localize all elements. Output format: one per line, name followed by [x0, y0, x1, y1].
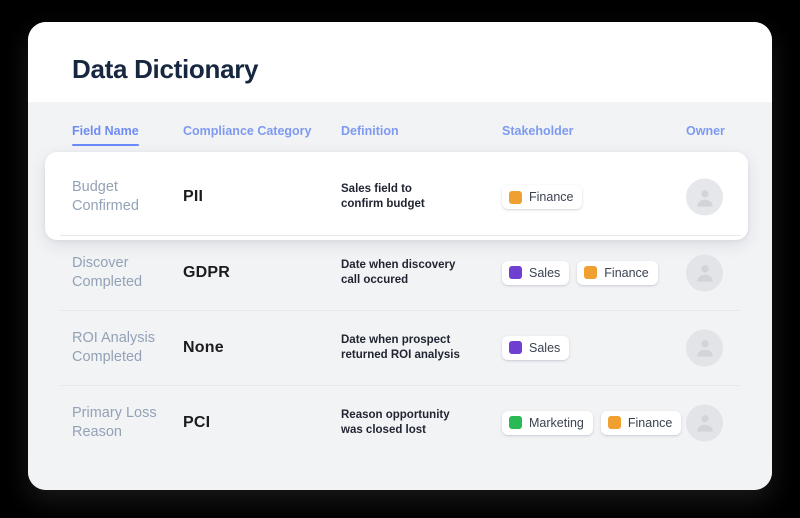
- column-header-label: Stakeholder: [502, 124, 574, 138]
- table-column-headers: Field Name Compliance Category Definition S…: [28, 102, 772, 159]
- stakeholder-color-swatch-icon: [509, 341, 522, 354]
- cell-compliance-category: None: [183, 338, 224, 356]
- data-table: Field Name Compliance Category Definition S…: [28, 102, 772, 490]
- cell-definition: Date when discovery call occured: [341, 258, 456, 286]
- avatar[interactable]: [686, 404, 723, 441]
- column-header-label: Definition: [341, 124, 399, 138]
- cell-stakeholders: Sales Finance: [502, 260, 658, 285]
- avatar[interactable]: [686, 329, 723, 366]
- column-header-definition[interactable]: Definition: [341, 124, 399, 138]
- row-separator: [60, 385, 740, 386]
- table-row[interactable]: Discover Completed GDPR Date when discover…: [28, 235, 772, 310]
- cell-definition: Sales field to confirm budget: [341, 183, 425, 210]
- data-dictionary-card: Data Dictionary Field Name Compliance Cat…: [28, 22, 772, 490]
- stakeholder-tag-label: Finance: [529, 190, 574, 204]
- stakeholder-tag-label: Finance: [604, 265, 649, 280]
- active-column-underline: [72, 143, 139, 146]
- column-header-stakeholder[interactable]: Stakeholder: [502, 124, 574, 138]
- cell-owner: [686, 178, 723, 216]
- row-separator: [60, 235, 740, 236]
- row-separator: [60, 310, 740, 311]
- column-header-owner[interactable]: Owner: [686, 124, 725, 138]
- stakeholder-color-swatch-icon: [509, 190, 522, 204]
- stakeholder-tag-label: Marketing: [529, 415, 584, 430]
- stakeholder-tag[interactable]: Sales: [502, 260, 570, 285]
- stakeholder-tag-label: Finance: [627, 415, 673, 430]
- table-row[interactable]: Primary Loss Reason PCI Reason opportunity…: [28, 385, 772, 460]
- table-body: Budget Confirmed PII Sales field to confir…: [28, 152, 772, 460]
- cell-field-name: Primary Loss Reason: [72, 404, 157, 440]
- stakeholder-tag[interactable]: Finance: [577, 260, 658, 285]
- cell-definition: Date when prospect returned ROI analysis: [341, 333, 460, 361]
- cell-field-name: ROI Analysis Completed: [72, 329, 155, 365]
- cell-stakeholders: Finance: [502, 185, 583, 209]
- stakeholder-color-swatch-icon: [509, 266, 522, 279]
- column-header-label: Compliance Category: [183, 124, 312, 138]
- stakeholder-color-swatch-icon: [509, 416, 522, 429]
- cell-owner: [686, 404, 723, 441]
- stakeholder-tag[interactable]: Sales: [502, 335, 570, 360]
- table-row[interactable]: ROI Analysis Completed None Date when pros…: [28, 310, 772, 385]
- column-header-label: Owner: [686, 124, 725, 138]
- column-header-field-name[interactable]: Field Name: [72, 124, 139, 146]
- cell-compliance-category: PCI: [183, 413, 211, 431]
- cell-compliance-category: GDPR: [183, 263, 231, 281]
- cell-owner: [686, 329, 723, 366]
- stakeholder-tag[interactable]: Finance: [600, 410, 682, 435]
- column-header-compliance-category[interactable]: Compliance Category: [183, 124, 312, 138]
- avatar[interactable]: [686, 254, 723, 291]
- table-row[interactable]: Budget Confirmed PII Sales field to confir…: [28, 152, 772, 240]
- card-header: Data Dictionary: [28, 22, 772, 102]
- cell-field-name: Discover Completed: [72, 254, 143, 290]
- cell-stakeholders: Marketing Finance: [502, 410, 682, 435]
- cell-stakeholders: Sales: [502, 335, 570, 360]
- page-title: Data Dictionary: [72, 54, 259, 84]
- cell-owner: [686, 254, 723, 291]
- stakeholder-tag[interactable]: Marketing: [502, 410, 593, 435]
- stakeholder-tag-label: Sales: [529, 265, 561, 280]
- stakeholder-color-swatch-icon: [584, 266, 598, 279]
- cell-field-name: Budget Confirmed: [72, 179, 139, 214]
- stakeholder-tag-label: Sales: [529, 340, 561, 355]
- column-header-label: Field Name: [72, 124, 139, 138]
- cell-definition: Reason opportunity was closed lost: [341, 408, 450, 436]
- cell-compliance-category: PII: [183, 188, 204, 205]
- stakeholder-tag[interactable]: Finance: [502, 185, 583, 209]
- avatar[interactable]: [686, 178, 723, 216]
- stakeholder-color-swatch-icon: [607, 416, 621, 429]
